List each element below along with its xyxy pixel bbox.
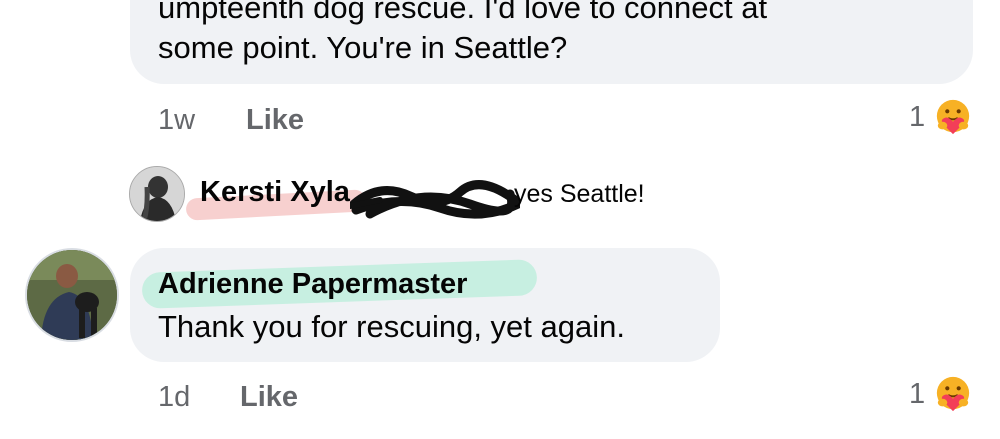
reaction-count[interactable]: 1 <box>909 377 925 411</box>
comment-author[interactable]: Adrienne Papermaster <box>158 266 467 302</box>
reaction-count[interactable]: 1 <box>909 100 925 134</box>
redaction-scribble <box>350 180 520 219</box>
reply-text: yes Seattle! <box>514 180 645 208</box>
care-hug-emoji-icon[interactable] <box>934 375 972 413</box>
comment-bubble: umpteenth dog rescue. I'd love to connec… <box>130 0 973 84</box>
avatar[interactable] <box>129 166 185 222</box>
like-button[interactable]: Like <box>240 380 298 414</box>
care-hug-emoji-icon[interactable] <box>934 98 972 136</box>
comment-text-line: umpteenth dog rescue. I'd love to connec… <box>158 0 768 25</box>
avatar[interactable] <box>25 248 119 342</box>
reply-author[interactable]: Kersti Xyla <box>200 176 350 209</box>
comment-timestamp: 1d <box>158 381 191 413</box>
avatar-photo <box>130 167 184 221</box>
like-button[interactable]: Like <box>246 103 304 137</box>
comment-timestamp: 1w <box>158 104 196 136</box>
comment-text-line: some point. You're in Seattle? <box>158 30 568 65</box>
comment-bubble: Adrienne Papermaster Thank you for rescu… <box>130 248 720 362</box>
avatar-photo <box>27 250 117 340</box>
comment-text: Thank you for rescuing, yet again. <box>158 309 625 344</box>
